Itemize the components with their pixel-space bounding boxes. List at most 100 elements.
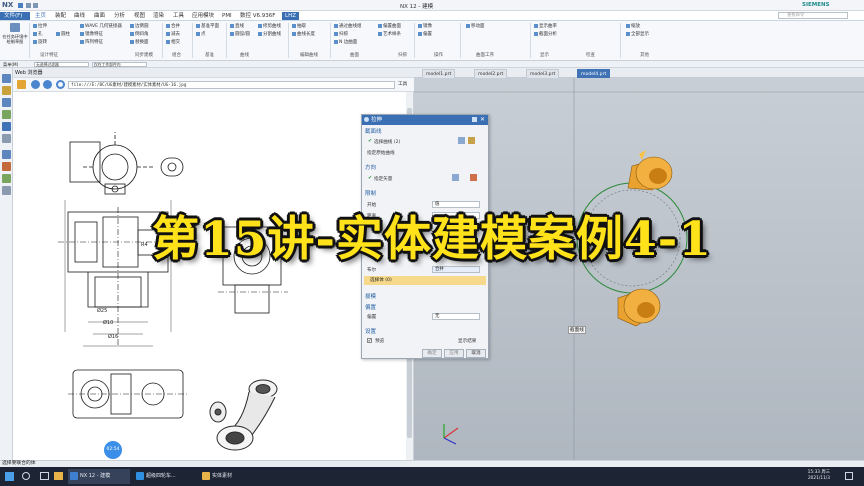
- forward-icon[interactable]: [43, 80, 52, 89]
- unite-button[interactable]: 合并: [166, 23, 180, 30]
- select-body-row[interactable]: 选择体 (0): [364, 276, 486, 285]
- url-input[interactable]: file:///E:/BC/UG素材/建模素材/实体素材/UG-16.jpg: [68, 81, 395, 89]
- dialog-close-icon[interactable]: ✕: [480, 116, 485, 123]
- dialog-gear-icon[interactable]: [364, 117, 369, 122]
- select-curve-row[interactable]: 选择曲线 (2): [374, 139, 400, 145]
- limits-group-header[interactable]: 限制: [365, 189, 376, 197]
- reuse-library-icon[interactable]: [2, 110, 11, 119]
- system-clock[interactable]: 15:33 周三 2021/11/3: [808, 470, 830, 482]
- menu-application[interactable]: 应用模块: [192, 12, 214, 20]
- extrude-button[interactable]: 拉伸: [33, 23, 47, 30]
- command-search-input[interactable]: 查找命令: [778, 12, 848, 19]
- display-curvature-button[interactable]: 显示曲率: [534, 23, 557, 30]
- system-materials-icon[interactable]: [2, 150, 11, 159]
- taskbar-app-nx[interactable]: NX 12 - 建模: [68, 469, 130, 484]
- selection-scope-select[interactable]: 仅在工作部件内: [92, 62, 147, 67]
- menu-assembly[interactable]: 装配: [55, 12, 66, 20]
- draw-section-row[interactable]: 指定原始曲线: [367, 150, 395, 156]
- specify-vector-row[interactable]: 指定矢量: [374, 176, 392, 182]
- taskbar-app-folder[interactable]: 实体素材: [200, 469, 262, 484]
- task-view-icon[interactable]: [40, 472, 49, 480]
- settings-group-header[interactable]: 设置: [365, 327, 376, 335]
- direction-group-header[interactable]: 方向: [365, 163, 376, 171]
- hole-button[interactable]: 孔: [33, 31, 43, 38]
- reverse-direction-icon[interactable]: [470, 174, 477, 181]
- show-all-button[interactable]: 全部显示: [626, 31, 649, 38]
- offset-surface-button[interactable]: 偏置曲面: [378, 23, 401, 30]
- tab-model1[interactable]: model1.prt: [422, 69, 456, 78]
- menu-curve[interactable]: 曲线: [74, 12, 85, 20]
- divide-curve-button[interactable]: 分割曲线: [258, 31, 281, 38]
- process-studio-icon[interactable]: [2, 162, 11, 171]
- taskbar-app-browser[interactable]: 超级四轮车...: [134, 469, 196, 484]
- move-face-button[interactable]: 移动面: [466, 23, 485, 30]
- vector-dialog-icon[interactable]: [452, 174, 459, 181]
- offset-button[interactable]: 偏置: [418, 31, 432, 38]
- menu-nc[interactable]: 数控 V6.936F: [240, 12, 275, 20]
- tab-model2[interactable]: model2.prt: [474, 69, 508, 78]
- search-icon[interactable]: [22, 472, 30, 480]
- scale-button[interactable]: 缩放: [626, 23, 640, 30]
- arc-button[interactable]: 圆弧/圆: [230, 31, 250, 38]
- back-icon[interactable]: [31, 80, 40, 89]
- start-icon[interactable]: [5, 472, 14, 481]
- home-icon[interactable]: [17, 80, 26, 89]
- pattern-feature-button[interactable]: 阵列特征: [80, 39, 103, 46]
- refresh-icon[interactable]: [56, 80, 65, 89]
- intersect-button[interactable]: 相交: [166, 39, 180, 46]
- edge-blend-button[interactable]: 边倒圆: [130, 23, 149, 30]
- trim-curve-button[interactable]: 修剪曲线: [258, 23, 281, 30]
- notification-icon[interactable]: [845, 472, 853, 480]
- file-menu[interactable]: 文件(F): [0, 12, 30, 20]
- sweep-button[interactable]: 扫掠: [334, 31, 348, 38]
- palette-icon[interactable]: [2, 186, 11, 195]
- menu-view[interactable]: 视图: [134, 12, 145, 20]
- web-browser-icon[interactable]: [2, 122, 11, 131]
- subtract-button[interactable]: 减去: [166, 31, 180, 38]
- menu-pmi[interactable]: PMI: [222, 12, 232, 20]
- draft-group-header[interactable]: 拔模: [365, 292, 376, 300]
- n-sided-surface-button[interactable]: N 边曲面: [334, 39, 357, 46]
- quick-access-undo-icon[interactable]: [26, 3, 31, 8]
- menu-analysis[interactable]: 分析: [114, 12, 125, 20]
- tab-model4[interactable]: model4.prt: [577, 69, 611, 78]
- menu-surface[interactable]: 曲面: [94, 12, 105, 20]
- section-analysis-button[interactable]: 截面分析: [534, 31, 557, 38]
- mirror-feature-button[interactable]: 镜像特征: [80, 31, 103, 38]
- part-navigator-icon[interactable]: [2, 74, 11, 83]
- section-sketch-icon[interactable]: [458, 137, 465, 144]
- quick-access-save-icon[interactable]: [18, 3, 23, 8]
- section-curve-icon[interactable]: [468, 137, 475, 144]
- studio-spline-button[interactable]: 艺术样条: [378, 31, 401, 38]
- assembly-navigator-icon[interactable]: [2, 86, 11, 95]
- menu-lhz[interactable]: LHZ: [282, 12, 299, 20]
- sketch-task-button[interactable]: 在任务环境中绘制草图: [2, 23, 28, 50]
- apply-button[interactable]: 应用: [444, 349, 464, 358]
- show-result-button[interactable]: 显示结果: [458, 338, 476, 344]
- mirror-button[interactable]: 镜像: [418, 23, 432, 30]
- extract-button[interactable]: 抽取: [292, 23, 306, 30]
- menu-home[interactable]: 主页: [35, 12, 46, 20]
- cylinder-button[interactable]: 圆柱: [56, 31, 70, 38]
- section-group-header[interactable]: 截面线: [365, 127, 382, 135]
- selection-filter-select[interactable]: 无选择过滤器: [34, 62, 89, 67]
- roles-icon[interactable]: [2, 174, 11, 183]
- history-icon[interactable]: [2, 134, 11, 143]
- constraint-navigator-icon[interactable]: [2, 98, 11, 107]
- ok-button[interactable]: 确定: [422, 349, 442, 358]
- tab-model3[interactable]: model3.prt: [526, 69, 560, 78]
- chamfer-button[interactable]: 倒斜角: [130, 31, 149, 38]
- line-button[interactable]: 直线: [230, 23, 244, 30]
- quick-access-redo-icon[interactable]: [33, 3, 38, 8]
- menu-tools[interactable]: 工具: [173, 12, 184, 20]
- cancel-button[interactable]: 取消: [466, 349, 486, 358]
- preview-checkbox[interactable]: ✔: [367, 338, 372, 343]
- replace-face-button[interactable]: 替换面: [130, 39, 149, 46]
- curve-length-button[interactable]: 曲线长度: [292, 31, 315, 38]
- dialog-reset-icon[interactable]: [472, 117, 477, 122]
- tools-menu[interactable]: 工具: [398, 81, 407, 87]
- point-button[interactable]: 点: [196, 31, 206, 38]
- datum-plane-button[interactable]: 基准平面: [196, 23, 219, 30]
- revolve-button[interactable]: 旋转: [33, 39, 47, 46]
- offset-group-header[interactable]: 偏置: [365, 303, 376, 311]
